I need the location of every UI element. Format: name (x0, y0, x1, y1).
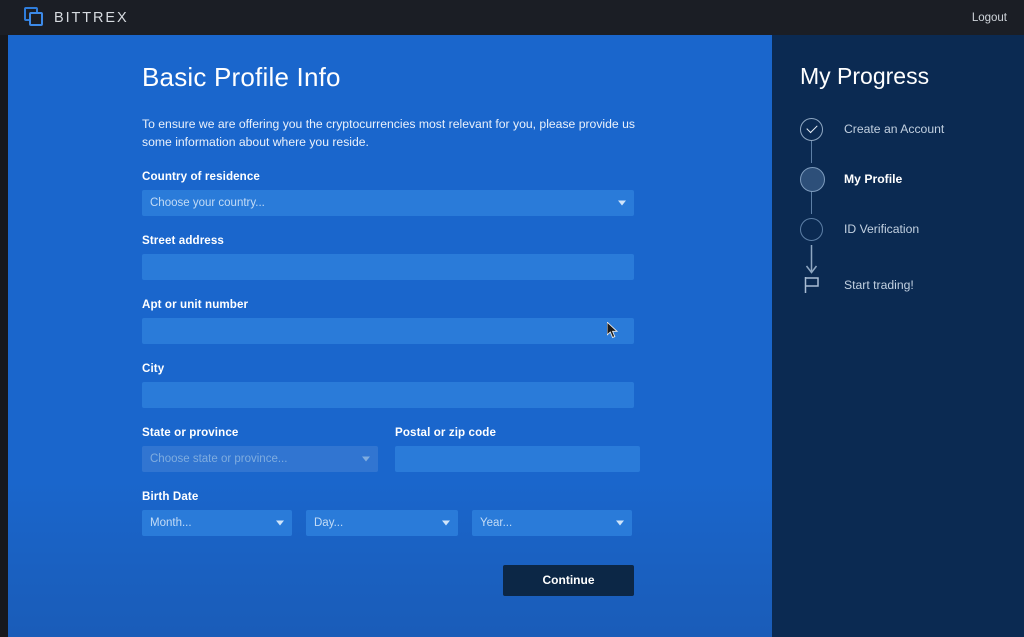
progress-step-label: ID Verification (844, 222, 920, 236)
label-country: Country of residence (142, 169, 260, 183)
progress-sidebar: My Progress Create an Account My Profile (772, 35, 1024, 637)
country-select[interactable]: Choose your country... (142, 189, 634, 216)
progress-step-id-verification[interactable]: ID Verification (800, 213, 1020, 245)
page-title: Basic Profile Info (142, 62, 341, 92)
birth-day-select[interactable]: Day... (306, 509, 458, 536)
apt-number-input[interactable] (142, 317, 634, 344)
brand-name: BITTREX (54, 9, 129, 26)
country-select-placeholder: Choose your country... (150, 196, 265, 209)
progress-arrow-area: Start trading! (800, 245, 1020, 295)
chevron-down-icon (276, 520, 284, 526)
progress-step-label: Create an Account (844, 122, 945, 136)
profile-form: Basic Profile Info To ensure we are offe… (142, 35, 642, 596)
label-street-address: Street address (142, 233, 224, 247)
progress-step-start-trading[interactable]: Start trading! (800, 273, 914, 296)
birth-year-placeholder: Year... (480, 516, 513, 529)
progress-steps: Create an Account My Profile ID Verifica… (800, 113, 1020, 295)
top-bar: BITTREX Logout (0, 0, 1024, 35)
label-city: City (142, 361, 165, 375)
flag-icon (800, 273, 823, 296)
birth-date-row: Month... Day... Year... (142, 509, 642, 536)
state-province-placeholder: Choose state or province... (150, 452, 288, 465)
street-address-input[interactable] (142, 253, 634, 280)
progress-step-label: My Profile (844, 172, 903, 186)
label-state-province: State or province (142, 425, 239, 439)
app-root: BITTREX Logout Basic Profile Info To ens… (0, 0, 1024, 637)
field-street-address: Street address (142, 234, 642, 280)
birth-month-select[interactable]: Month... (142, 509, 292, 536)
postal-code-input[interactable] (395, 445, 640, 472)
state-province-select[interactable]: Choose state or province... (142, 445, 378, 472)
chevron-down-icon (442, 520, 450, 526)
brand-logo[interactable]: BITTREX (24, 7, 129, 28)
field-city: City (142, 362, 642, 408)
label-birth-date: Birth Date (142, 489, 199, 503)
state-postal-row: State or province Choose state or provin… (142, 426, 642, 472)
progress-step-label: Start trading! (844, 277, 914, 292)
empty-circle-icon (800, 217, 823, 241)
label-postal-code: Postal or zip code (395, 425, 497, 439)
chevron-down-icon (616, 520, 624, 526)
field-country: Country of residence Choose your country… (142, 170, 642, 216)
field-postal-code: Postal or zip code (395, 426, 640, 472)
field-birth-date: Birth Date Month... Day... Year... (142, 490, 642, 536)
continue-button[interactable]: Continue (503, 564, 634, 596)
check-icon (800, 117, 823, 141)
progress-step-create-account[interactable]: Create an Account (800, 113, 1020, 145)
filled-circle-icon (800, 166, 825, 192)
content-stage: Basic Profile Info To ensure we are offe… (0, 35, 1024, 637)
form-actions: Continue (142, 564, 634, 596)
field-apt-number: Apt or unit number (142, 298, 642, 344)
city-input[interactable] (142, 381, 634, 408)
progress-title: My Progress (800, 63, 930, 89)
logout-button[interactable]: Logout (972, 12, 1007, 24)
label-apt-number: Apt or unit number (142, 297, 249, 311)
page-subtitle: To ensure we are offering you the crypto… (142, 117, 635, 150)
birth-month-placeholder: Month... (150, 516, 192, 529)
progress-step-my-profile[interactable]: My Profile (800, 163, 1020, 195)
chevron-down-icon (362, 456, 370, 462)
birth-day-placeholder: Day... (314, 516, 344, 529)
step-connector (811, 188, 813, 214)
birth-year-select[interactable]: Year... (472, 509, 632, 536)
field-state-province: State or province Choose state or provin… (142, 426, 378, 472)
overlapping-squares-logo-icon (24, 7, 45, 28)
chevron-down-icon (618, 200, 626, 206)
main-pane: Basic Profile Info To ensure we are offe… (8, 35, 772, 637)
